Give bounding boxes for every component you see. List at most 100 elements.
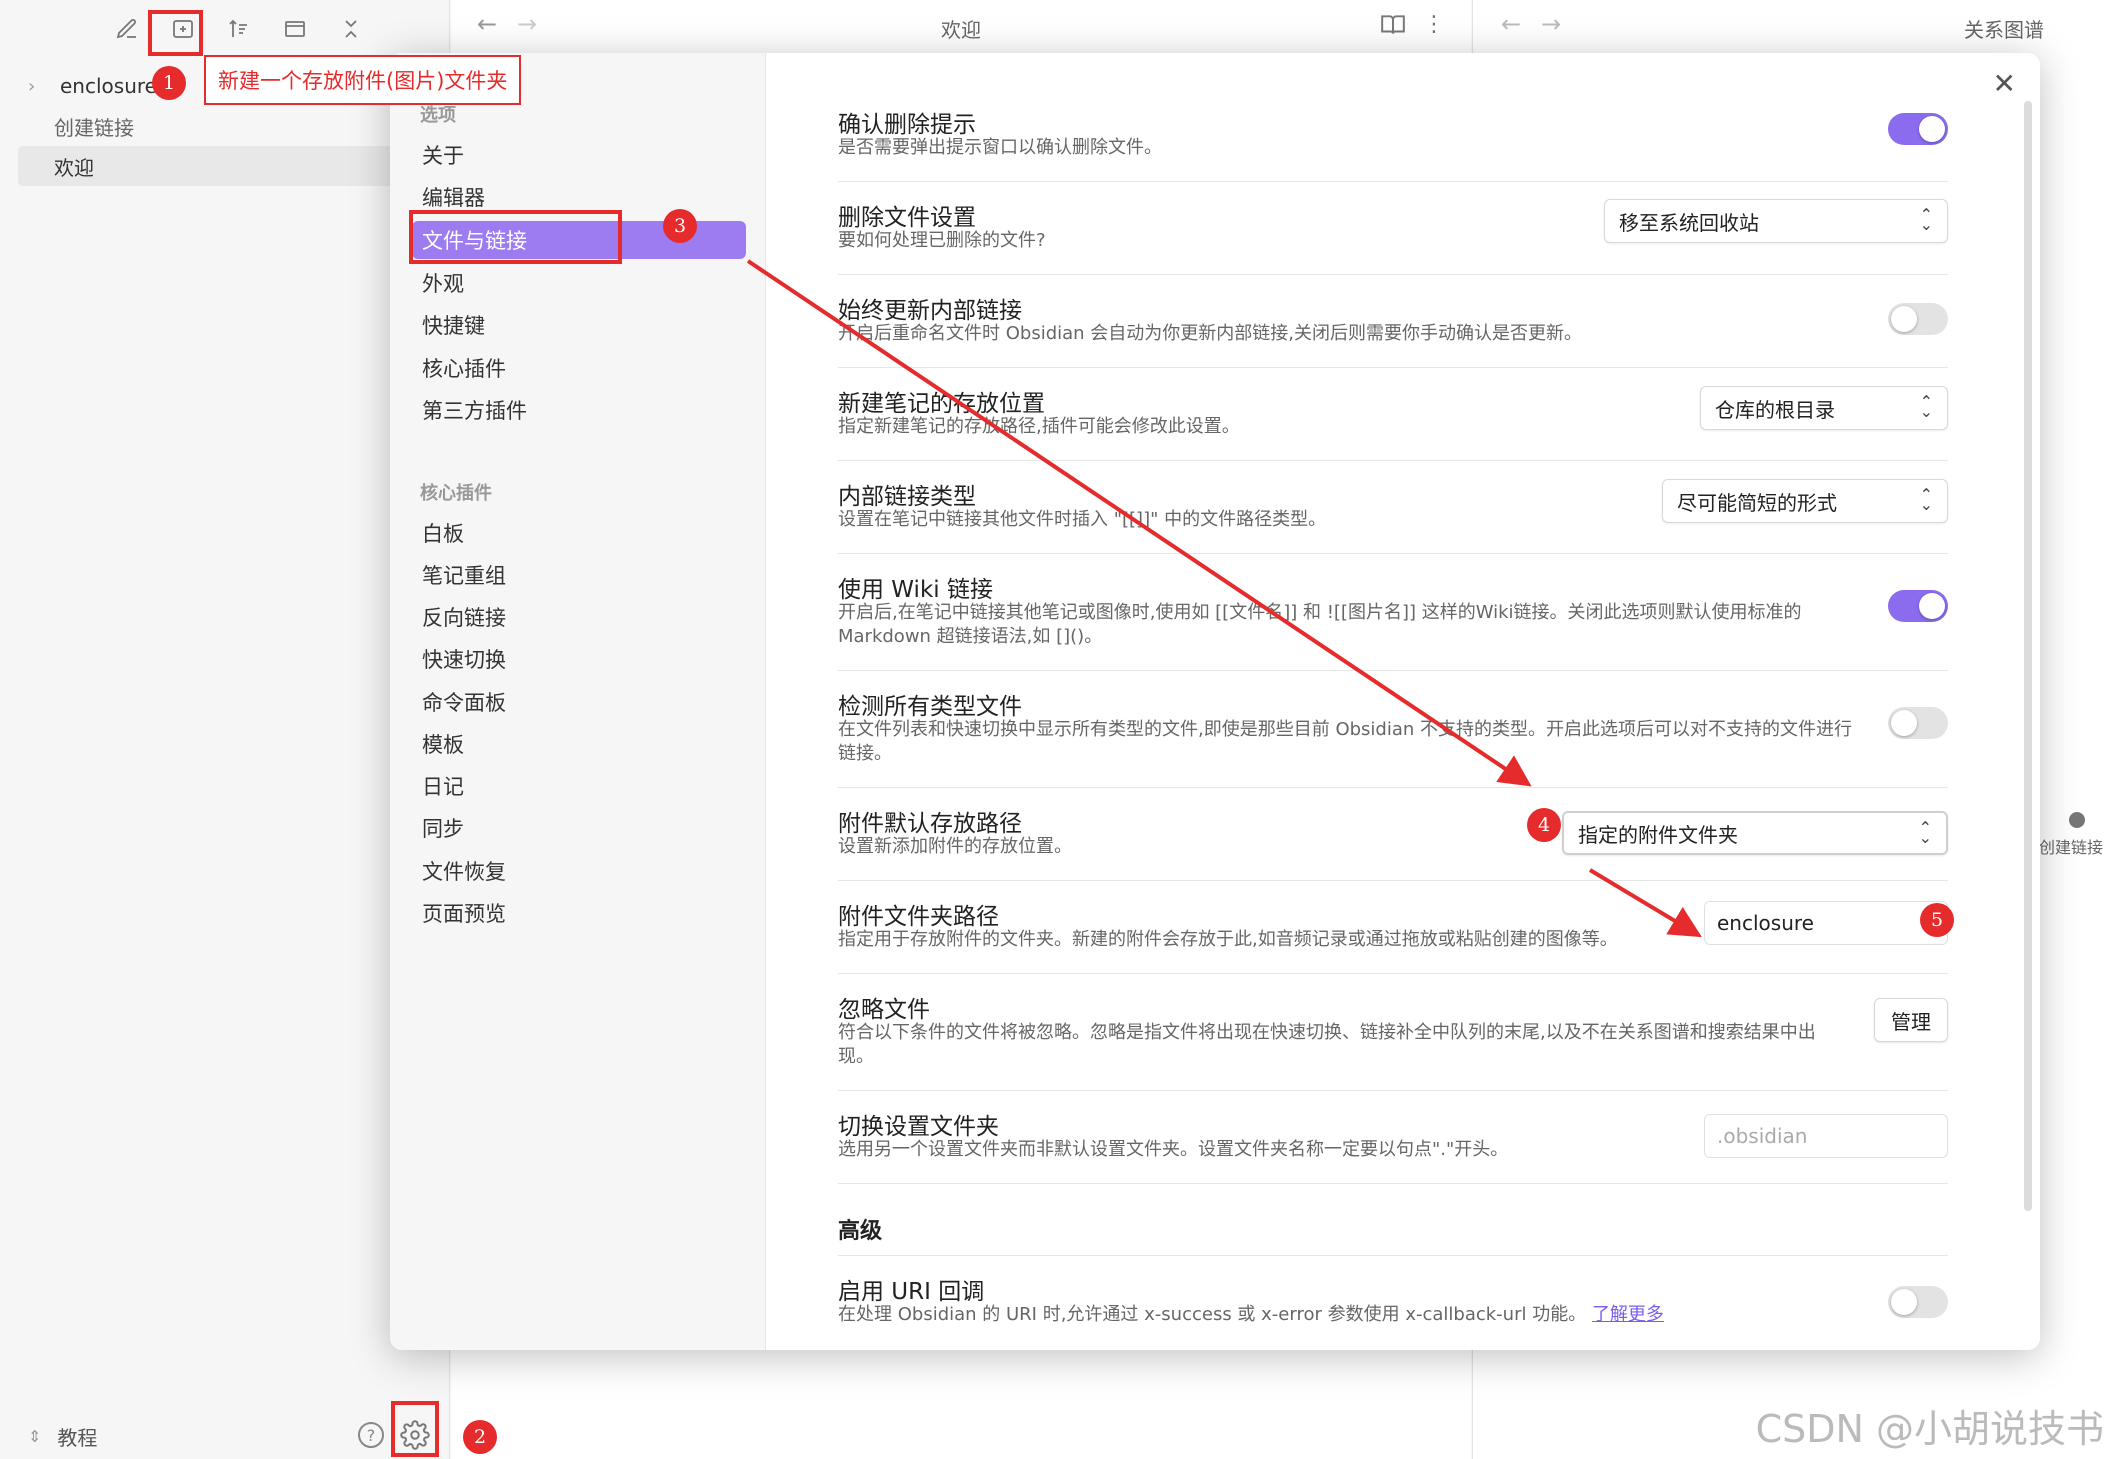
setting-desc-text: 在处理 Obsidian 的 URI 时,允许通过 x-success 或 x-… — [838, 1304, 1587, 1325]
setting-desc: 选用另一个设置文件夹而非默认设置文件夹。设置文件夹名称一定要以句点"."开头。 — [838, 1139, 1509, 1160]
sidebar-item-note-composer[interactable]: 笔记重组 — [412, 556, 746, 594]
sidebar-item-quick-switcher[interactable]: 快速切换 — [412, 640, 746, 678]
link-format-dropdown[interactable]: 尽可能简短的形式 ⌃ ⌄ — [1662, 479, 1948, 523]
sidebar-item-community-plugins[interactable]: 第三方插件 — [412, 391, 746, 429]
sidebar-item-page-preview[interactable]: 页面预览 — [412, 894, 746, 932]
chevron-updown-icon: ⌃ ⌄ — [1919, 205, 1933, 234]
setting-auto-update-links: 始终更新内部链接 开启后重命名文件时 Obsidian 会自动为你更新内部链接,… — [838, 275, 1948, 368]
annotation-marker-1: 1 — [152, 66, 186, 100]
close-icon[interactable]: ✕ — [1993, 67, 2016, 100]
setting-desc: 指定用于存放附件的文件夹。新建的附件会存放于此,如音频记录或通过拖放或粘贴创建的… — [838, 929, 1618, 950]
setting-name: 使用 Wiki 链接 — [838, 577, 993, 603]
setting-desc: 是否需要弹出提示窗口以确认删除文件。 — [838, 137, 1162, 158]
chevron-updown-icon: ⌃ ⌄ — [1918, 818, 1932, 847]
setting-name: 忽略文件 — [838, 997, 930, 1023]
setting-wiki-links: 使用 Wiki 链接 开启后,在笔记中链接其他笔记或图像时,使用如 [[文件名]… — [838, 554, 1948, 671]
annotation-box-settings — [391, 1401, 439, 1457]
annotation-marker-4: 4 — [1527, 808, 1561, 842]
tree-item-label: 创建链接 — [54, 115, 134, 140]
annotation-box-files-links — [409, 210, 622, 264]
setting-attachment-location: 附件默认存放路径 设置新添加附件的存放位置。 指定的附件文件夹 ⌃ ⌄ — [838, 788, 1948, 881]
annotation-marker-3: 3 — [663, 209, 697, 243]
setting-desc: 在处理 Obsidian 的 URI 时,允许通过 x-success 或 x-… — [838, 1303, 1664, 1327]
chevron-right-icon: › — [28, 75, 36, 97]
setting-desc: 要如何处理已删除的文件? — [838, 230, 1046, 251]
settings-modal: 选项 关于 编辑器 文件与链接 外观 快捷键 核心插件 第三方插件 核心插件 白… — [390, 53, 2040, 1350]
sidebar-item-sync[interactable]: 同步 — [412, 809, 746, 847]
setting-confirm-delete: 确认删除提示 是否需要弹出提示窗口以确认删除文件。 — [838, 89, 1948, 182]
vault-switcher[interactable]: ⇕ 教程 — [28, 1422, 97, 1451]
forward-arrow-icon[interactable]: → — [1541, 10, 1561, 38]
file-explorer-pane: › enclosure 创建链接 欢迎 ⇕ 教程 ? — [0, 0, 450, 1459]
setting-new-note-location: 新建笔记的存放位置 指定新建笔记的存放路径,插件可能会修改此设置。 仓库的根目录… — [838, 368, 1948, 461]
manage-excluded-button[interactable]: 管理 — [1874, 998, 1948, 1042]
dropdown-value: 尽可能简短的形式 — [1677, 490, 1837, 515]
back-arrow-icon[interactable]: ← — [1501, 10, 1521, 38]
learn-more-link[interactable]: 了解更多 — [1592, 1304, 1664, 1325]
sidebar-item-command-palette[interactable]: 命令面板 — [412, 683, 746, 721]
collapse-panel-icon[interactable] — [278, 12, 312, 46]
chevron-updown-icon: ⌃ ⌄ — [1919, 485, 1933, 514]
tree-item-label: enclosure — [60, 74, 157, 98]
setting-link-format: 内部链接类型 设置在笔记中链接其他文件时插入 "[[]]" 中的文件路径类型。 … — [838, 461, 1948, 554]
attachment-location-dropdown[interactable]: 指定的附件文件夹 ⌃ ⌄ — [1562, 811, 1948, 855]
setting-desc: 符合以下条件的文件将被忽略。忽略是指文件将出现在快速切换、链接补全中队列的末尾,… — [838, 1022, 1816, 1067]
setting-name: 删除文件设置 — [838, 205, 976, 231]
confirm-delete-toggle[interactable] — [1888, 113, 1948, 145]
watermark: CSDN @小胡说技书 — [1755, 1407, 2104, 1451]
annotation-marker-5: 5 — [1920, 903, 1954, 937]
deleted-files-dropdown[interactable]: 移至系统回收站 ⌃ ⌄ — [1604, 199, 1948, 243]
editor-header: ← → 欢迎 ⋮ — [451, 0, 1471, 52]
sidebar-item-hotkeys[interactable]: 快捷键 — [412, 306, 746, 344]
setting-name: 始终更新内部链接 — [838, 298, 1022, 324]
sidebar-item-file-recovery[interactable]: 文件恢复 — [412, 852, 746, 890]
sidebar-item-about[interactable]: 关于 — [412, 136, 746, 174]
sidebar-item-canvas[interactable]: 白板 — [412, 514, 746, 552]
reading-view-icon[interactable] — [1379, 12, 1407, 38]
uri-callback-toggle[interactable] — [1888, 1286, 1948, 1318]
setting-detect-all-files: 检测所有类型文件 在文件列表和快速切换中显示所有类型的文件,即使是那些目前 Ob… — [838, 671, 1948, 788]
graph-node-label: 创建链接 — [2039, 838, 2104, 857]
editor-title: 欢迎 — [941, 18, 981, 42]
sort-icon[interactable] — [222, 12, 256, 46]
detect-all-files-toggle[interactable] — [1888, 707, 1948, 739]
auto-update-links-toggle[interactable] — [1888, 303, 1948, 335]
dropdown-value: 移至系统回收站 — [1619, 210, 1759, 235]
setting-deleted-files: 删除文件设置 要如何处理已删除的文件? 移至系统回收站 ⌃ ⌄ — [838, 182, 1948, 275]
sidebar-item-appearance[interactable]: 外观 — [412, 264, 746, 302]
setting-desc: 设置在笔记中链接其他文件时插入 "[[]]" 中的文件路径类型。 — [838, 509, 1327, 530]
more-options-icon[interactable]: ⋮ — [1423, 12, 1445, 37]
section-advanced-heading: 高级 — [838, 1219, 883, 1244]
settings-scrollbar[interactable] — [2024, 101, 2032, 1211]
setting-excluded-files: 忽略文件 符合以下条件的文件将被忽略。忽略是指文件将出现在快速切换、链接补全中队… — [838, 974, 1948, 1091]
collapse-all-icon[interactable] — [334, 12, 368, 46]
sidebar-item-daily-notes[interactable]: 日记 — [412, 767, 746, 805]
attachment-folder-input[interactable]: enclosure — [1704, 901, 1948, 945]
setting-desc: 在文件列表和快速切换中显示所有类型的文件,即使是那些目前 Obsidian 不支… — [838, 719, 1852, 764]
setting-desc: 设置新添加附件的存放位置。 — [838, 836, 1072, 857]
wiki-links-toggle[interactable] — [1888, 590, 1948, 622]
sidebar-section-core: 核心插件 — [420, 483, 492, 504]
setting-desc: 指定新建笔记的存放路径,插件可能会修改此设置。 — [838, 416, 1240, 437]
setting-uri-callback: 启用 URI 回调 在处理 Obsidian 的 URI 时,允许通过 x-su… — [838, 1256, 1948, 1349]
dropdown-value: 仓库的根目录 — [1715, 397, 1835, 422]
annotation-box-new-folder — [148, 10, 203, 56]
sidebar-item-core-plugins[interactable]: 核心插件 — [412, 349, 746, 387]
graph-title: 关系图谱 — [1964, 18, 2044, 42]
annotation-marker-2: 2 — [463, 1420, 497, 1454]
setting-name: 附件默认存放路径 — [838, 811, 1022, 837]
config-folder-input[interactable]: .obsidian — [1704, 1114, 1948, 1158]
dropdown-value: 指定的附件文件夹 — [1578, 822, 1738, 847]
vault-bar: ⇕ 教程 ? — [0, 1416, 450, 1456]
new-note-icon[interactable] — [110, 12, 144, 46]
sidebar-item-templates[interactable]: 模板 — [412, 725, 746, 763]
sidebar-item-backlinks[interactable]: 反向链接 — [412, 598, 746, 636]
tree-file-item[interactable]: 创建链接 — [18, 106, 438, 146]
graph-node[interactable] — [2069, 812, 2085, 828]
tree-file-item-active[interactable]: 欢迎 — [18, 146, 438, 186]
annotation-callout: 新建一个存放附件(图片)文件夹 — [204, 55, 522, 105]
setting-name: 切换设置文件夹 — [838, 1114, 999, 1140]
chevron-updown-icon: ⇕ — [28, 1426, 42, 1446]
new-note-location-dropdown[interactable]: 仓库的根目录 ⌃ ⌄ — [1700, 386, 1948, 430]
help-icon[interactable]: ? — [358, 1422, 384, 1448]
